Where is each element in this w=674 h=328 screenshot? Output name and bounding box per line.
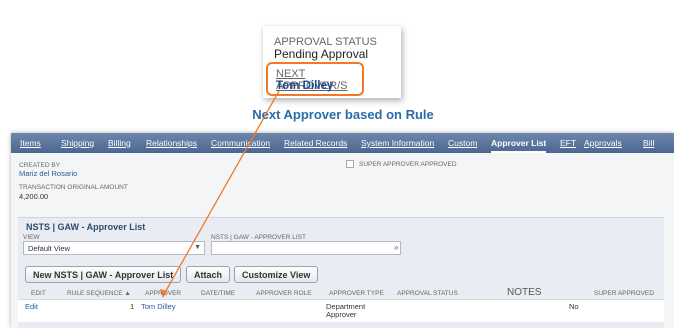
annotation-arrow-icon [160,90,280,298]
